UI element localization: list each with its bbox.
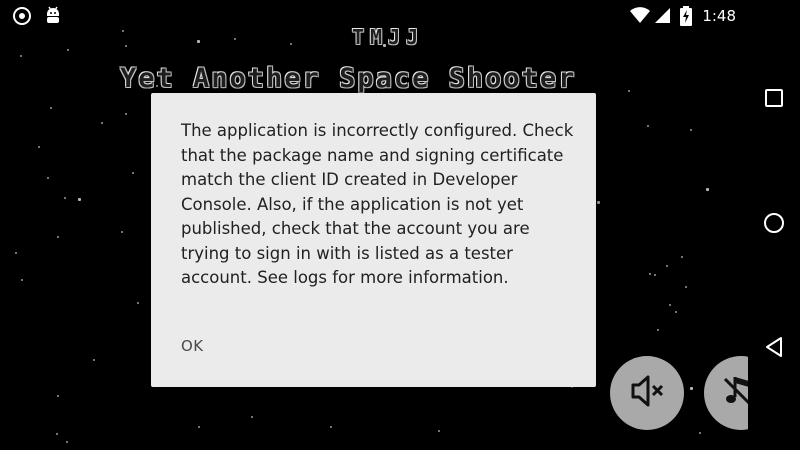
game-screen[interactable]: 1:48 TMJJ Yet Another Space Shooter The … bbox=[0, 0, 800, 450]
star bbox=[57, 395, 59, 397]
star bbox=[666, 265, 668, 267]
dialog-message: The application is incorrectly configure… bbox=[181, 121, 574, 287]
star bbox=[101, 122, 103, 124]
star bbox=[15, 252, 17, 254]
star bbox=[669, 304, 671, 306]
cellular-signal-icon bbox=[655, 6, 671, 28]
wifi-icon bbox=[630, 6, 650, 28]
navigation-bar bbox=[748, 0, 800, 450]
star bbox=[66, 441, 68, 443]
speaker-muted-icon bbox=[627, 371, 667, 415]
star bbox=[690, 129, 692, 131]
star bbox=[597, 201, 600, 204]
star bbox=[121, 231, 123, 233]
back-button[interactable] bbox=[758, 333, 790, 365]
star bbox=[438, 430, 440, 432]
home-circle-icon bbox=[763, 212, 785, 238]
star bbox=[657, 329, 659, 331]
star bbox=[628, 90, 630, 92]
star bbox=[198, 426, 200, 428]
star bbox=[699, 432, 701, 434]
star bbox=[290, 43, 292, 45]
star bbox=[681, 256, 683, 258]
star bbox=[132, 172, 134, 174]
star bbox=[251, 416, 253, 418]
recents-square-icon bbox=[764, 88, 784, 112]
recents-button[interactable] bbox=[758, 84, 790, 116]
star bbox=[47, 177, 49, 179]
star bbox=[654, 274, 656, 276]
star bbox=[125, 113, 127, 115]
star bbox=[57, 236, 59, 238]
star bbox=[647, 125, 649, 127]
star bbox=[78, 198, 81, 201]
star bbox=[64, 197, 66, 199]
star bbox=[649, 273, 651, 275]
mute-button[interactable] bbox=[610, 356, 684, 430]
back-triangle-icon bbox=[764, 336, 784, 362]
ok-button[interactable]: OK bbox=[167, 331, 218, 361]
star bbox=[50, 107, 52, 109]
star bbox=[234, 38, 236, 40]
home-button[interactable] bbox=[758, 209, 790, 241]
star bbox=[20, 55, 22, 57]
battery-charging-icon bbox=[680, 6, 692, 30]
star bbox=[706, 188, 709, 191]
game-title-top: TMJJ bbox=[352, 25, 425, 49]
star bbox=[93, 359, 95, 361]
star bbox=[56, 433, 58, 435]
star bbox=[21, 279, 23, 281]
star bbox=[125, 45, 127, 47]
star bbox=[137, 302, 139, 304]
game-title-main: Yet Another Space Shooter bbox=[120, 63, 577, 94]
error-dialog: The application is incorrectly configure… bbox=[151, 93, 596, 387]
circle-target-icon bbox=[12, 6, 32, 30]
star bbox=[197, 40, 200, 43]
star bbox=[685, 286, 687, 288]
status-time: 1:48 bbox=[702, 7, 736, 25]
android-debug-icon bbox=[44, 6, 62, 30]
star bbox=[330, 426, 332, 428]
star bbox=[67, 49, 69, 51]
star bbox=[675, 311, 677, 313]
star bbox=[690, 387, 693, 390]
star bbox=[38, 146, 40, 148]
